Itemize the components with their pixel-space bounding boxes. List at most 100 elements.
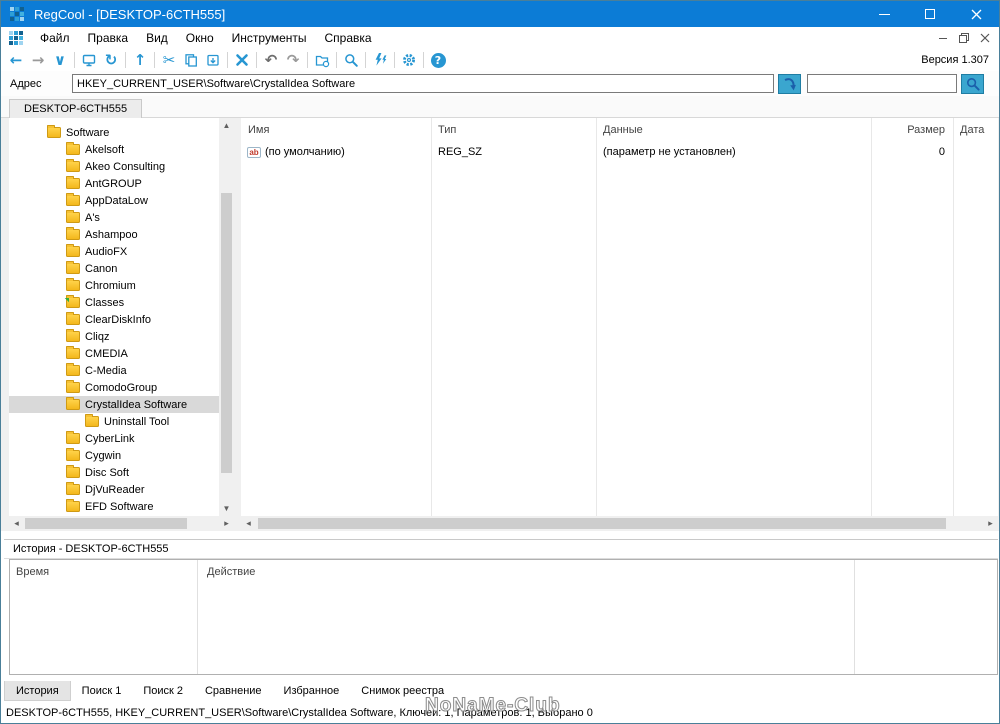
- menu-правка[interactable]: Правка: [79, 28, 138, 48]
- column-header-данные[interactable]: Данные: [603, 124, 643, 140]
- minimize-button[interactable]: [861, 1, 907, 27]
- menu-окно[interactable]: Окно: [177, 28, 223, 48]
- go-button[interactable]: [778, 73, 801, 94]
- tree-item-appdatalow[interactable]: AppDataLow: [9, 192, 219, 209]
- compare-button[interactable]: [369, 50, 391, 70]
- tree-item-akelsoft[interactable]: Akelsoft: [9, 141, 219, 158]
- history-column-separator[interactable]: [854, 560, 855, 674]
- up-button[interactable]: ↑: [129, 50, 151, 70]
- toolbar-buttons: ← → ∨ ↻ ↑ ✂ ↶ ↷?: [5, 50, 449, 70]
- tree-item-cliqz[interactable]: Cliqz: [9, 328, 219, 345]
- close-button[interactable]: [953, 1, 999, 27]
- tree-item-cmedia[interactable]: CMEDIA: [9, 345, 219, 362]
- scroll-up-icon[interactable]: ▲: [219, 118, 234, 133]
- search-button[interactable]: [340, 50, 362, 70]
- tree-vertical-scrollbar[interactable]: ▲ ▼: [219, 118, 234, 516]
- tree-item-a-s[interactable]: A's: [9, 209, 219, 226]
- column-header-дата[interactable]: Дата: [960, 124, 984, 140]
- delete-button[interactable]: [231, 50, 253, 70]
- tree-item-djvureader[interactable]: DjVuReader: [9, 481, 219, 498]
- mdi-restore-button[interactable]: [955, 31, 972, 46]
- tree-item-cleardiskinfo[interactable]: ClearDiskInfo: [9, 311, 219, 328]
- undo-button[interactable]: ↶: [260, 50, 282, 70]
- bottom-tab-поиск-2[interactable]: Поиск 2: [132, 681, 194, 701]
- scroll-left-icon[interactable]: ◂: [9, 516, 24, 531]
- bottom-tab-история[interactable]: История: [4, 681, 71, 701]
- menu-файл[interactable]: Файл: [31, 28, 79, 48]
- menu-вид[interactable]: Вид: [137, 28, 177, 48]
- column-separator[interactable]: [431, 118, 432, 516]
- tree-item-audiofx[interactable]: AudioFX: [9, 243, 219, 260]
- tree-item-crystalidea-software[interactable]: CrystalIdea Software: [9, 396, 219, 413]
- history-column-time[interactable]: Время: [16, 566, 49, 578]
- maximize-button[interactable]: [907, 1, 953, 27]
- column-header-имя[interactable]: Имя: [248, 124, 269, 140]
- bottom-tab-поиск-1[interactable]: Поиск 1: [71, 681, 133, 701]
- scroll-left-icon[interactable]: ◂: [241, 516, 256, 531]
- bottom-tab-избранное[interactable]: Избранное: [273, 681, 351, 701]
- menu-инструменты[interactable]: Инструменты: [223, 28, 316, 48]
- mdi-window-controls: [934, 31, 993, 46]
- tree-item-akeo-consulting[interactable]: Akeo Consulting: [9, 158, 219, 175]
- tree-item-efd-software[interactable]: EFD Software: [9, 498, 219, 515]
- tree-hscroll-thumb[interactable]: [25, 518, 187, 529]
- bottom-tab-сравнение[interactable]: Сравнение: [194, 681, 273, 701]
- tree-item-antgroup[interactable]: AntGROUP: [9, 175, 219, 192]
- list-horizontal-scrollbar[interactable]: ◂ ▸: [241, 516, 998, 531]
- tree-item-c-media[interactable]: C-Media: [9, 362, 219, 379]
- tree-item-uninstall-tool[interactable]: Uninstall Tool: [9, 413, 219, 430]
- tree-item-classes[interactable]: Classes: [9, 294, 219, 311]
- tree-item-label: Cygwin: [85, 449, 122, 462]
- new-key-button[interactable]: [311, 50, 333, 70]
- address-label: Адрес: [10, 77, 42, 90]
- history-column-action[interactable]: Действие: [207, 566, 255, 578]
- tree-item-software[interactable]: Software: [9, 124, 219, 141]
- tree-item-ashampoo[interactable]: Ashampoo: [9, 226, 219, 243]
- address-input[interactable]: [72, 74, 774, 93]
- tree-item-label: Classes: [85, 296, 125, 309]
- forward-button[interactable]: →: [27, 50, 49, 70]
- value-name-cell[interactable]: ab (по умолчанию): [247, 144, 345, 160]
- tree-item-cygwin[interactable]: Cygwin: [9, 447, 219, 464]
- tree-item-comodogroup[interactable]: ComodoGroup: [9, 379, 219, 396]
- quick-search-button[interactable]: [961, 73, 984, 94]
- tree-item-label: ClearDiskInfo: [85, 313, 152, 326]
- redo-button[interactable]: ↷: [282, 50, 304, 70]
- tree-item-canon[interactable]: Canon: [9, 260, 219, 277]
- history-column-separator[interactable]: [197, 560, 198, 674]
- menu-справка[interactable]: Справка: [316, 28, 381, 48]
- value-size-cell[interactable]: 0: [871, 144, 945, 160]
- column-separator[interactable]: [871, 118, 872, 516]
- tree-item-disc-soft[interactable]: Disc Soft: [9, 464, 219, 481]
- cut-button[interactable]: ✂: [158, 50, 180, 70]
- column-separator[interactable]: [953, 118, 954, 516]
- copy-button[interactable]: [180, 50, 202, 70]
- mdi-close-button[interactable]: [976, 31, 993, 46]
- session-tab-desktop[interactable]: DESKTOP-6CTH555: [9, 99, 143, 118]
- paste-button[interactable]: [202, 50, 224, 70]
- tree-vscroll-thumb[interactable]: [221, 193, 232, 473]
- settings-button[interactable]: [398, 50, 420, 70]
- scroll-right-icon[interactable]: ▸: [219, 516, 234, 531]
- tree-item-cyberlink[interactable]: CyberLink: [9, 430, 219, 447]
- scroll-right-icon[interactable]: ▸: [983, 516, 998, 531]
- help-button[interactable]: ?: [427, 50, 449, 70]
- tree-horizontal-scrollbar[interactable]: ◂ ▸: [9, 516, 234, 531]
- mdi-minimize-button[interactable]: [934, 31, 951, 46]
- tree-item-label: EFD Software: [85, 500, 154, 513]
- expand-button[interactable]: ∨: [49, 50, 71, 70]
- column-header-размер[interactable]: Размер: [871, 124, 945, 140]
- back-button[interactable]: ←: [5, 50, 27, 70]
- list-hscroll-thumb[interactable]: [258, 518, 946, 529]
- bottom-tab-снимок-реестра[interactable]: Снимок реестра: [350, 681, 455, 701]
- tree-item-chromium[interactable]: Chromium: [9, 277, 219, 294]
- scroll-down-icon[interactable]: ▼: [219, 501, 234, 516]
- column-header-тип[interactable]: Тип: [438, 124, 456, 140]
- value-data-cell[interactable]: (параметр не установлен): [603, 144, 736, 160]
- refresh-button[interactable]: ↻: [100, 50, 122, 70]
- computer-button[interactable]: [78, 50, 100, 70]
- cell-text: 0: [938, 146, 945, 158]
- quick-search-input[interactable]: [807, 74, 957, 93]
- value-type-cell[interactable]: REG_SZ: [438, 144, 482, 160]
- column-separator[interactable]: [596, 118, 597, 516]
